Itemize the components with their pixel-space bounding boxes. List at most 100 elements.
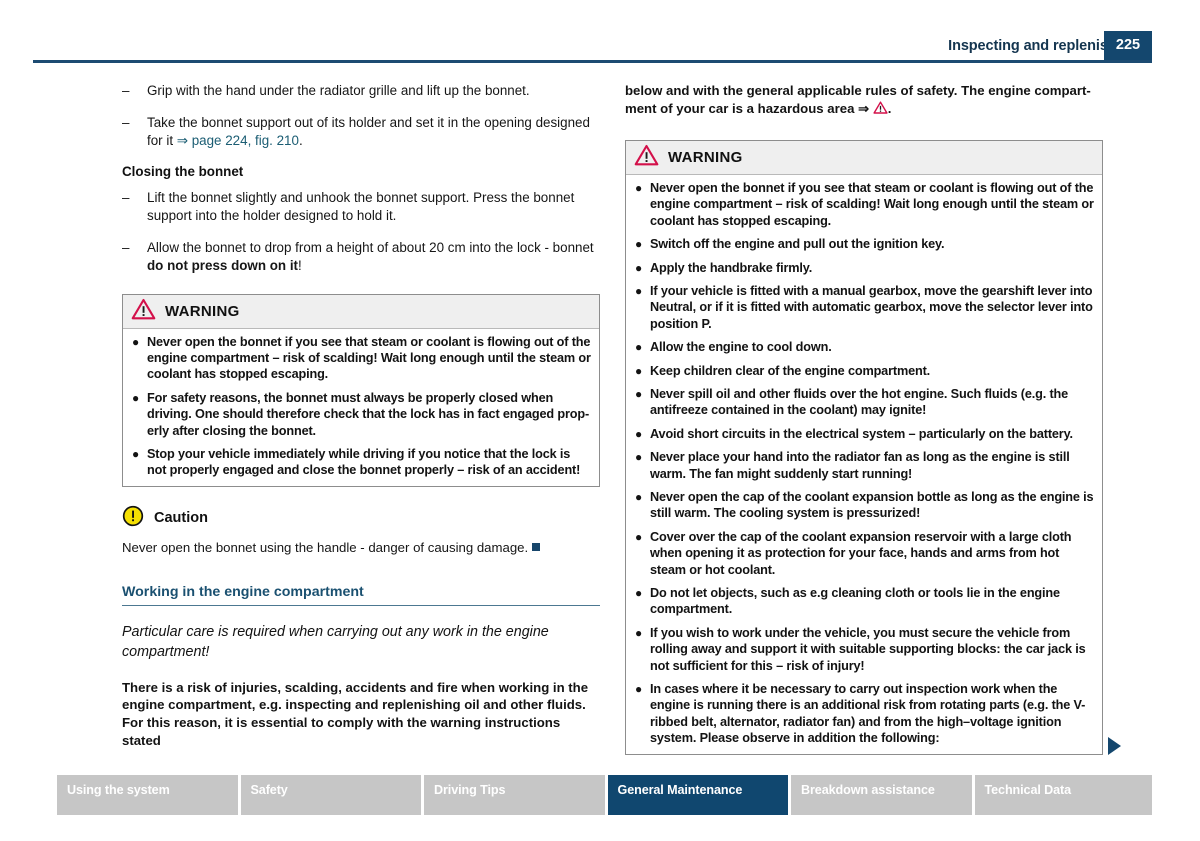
nav-tab-label: General Maintenance — [617, 783, 743, 797]
bullet-dot-icon: ● — [635, 386, 643, 401]
warning-bullet: ● Avoid short circuits in the electrical … — [634, 426, 1094, 442]
warning-bullet-text: Never open the bonnet if you see that st… — [147, 334, 591, 382]
page-number-badge: 225 — [1104, 31, 1152, 62]
caution-label: Caution — [154, 510, 208, 527]
bullet-dot-icon: ● — [635, 426, 643, 441]
dash-marker: – — [122, 114, 130, 130]
continue-arrow-icon — [1108, 737, 1121, 755]
nav-tab-label: Using the system — [67, 783, 170, 797]
list-item: – Grip with the hand under the radiator … — [122, 82, 600, 101]
bullet-dot-icon: ● — [635, 340, 643, 355]
warning-bullet-text: Avoid short circuits in the electrical s… — [650, 426, 1073, 441]
footer-navigation: Using the system Safety Driving Tips Gen… — [57, 775, 1153, 815]
warning-bullet: ● In cases where it be necessary to carry… — [634, 681, 1094, 747]
warning-bullet-text: If you wish to work under the vehicle, y… — [650, 625, 1086, 673]
warning-triangle-icon-inline — [873, 100, 888, 118]
nav-tab-driving-tips[interactable]: Driving Tips — [424, 775, 605, 815]
nav-tab-label: Breakdown assistance — [801, 783, 935, 797]
nav-tab-technical-data[interactable]: Technical Data — [974, 775, 1153, 815]
warning-bullet: ● Switch off the engine and pull out the … — [634, 236, 1094, 252]
warning-bullet-text: Switch off the engine and pull out the i… — [650, 237, 945, 252]
warning-bullet-text: Cover over the cap of the coolant expans… — [650, 529, 1072, 577]
warning-label: WARNING — [165, 302, 240, 320]
emphasis-text: do not press down on it — [147, 258, 299, 273]
warning-bullet-text: Never place your hand into the radiator … — [650, 450, 1070, 481]
warning-bullet: ● If your vehicle is fitted with a manual… — [634, 283, 1094, 332]
list-item-text-tail: . — [298, 133, 303, 148]
nav-tab-using-the-system[interactable]: Using the system — [57, 775, 238, 815]
bullet-dot-icon: ● — [635, 682, 643, 697]
section-heading: Working in the engine compartment — [122, 584, 600, 606]
continuation-text-tail: . — [887, 100, 892, 116]
warning-label: WARNING — [668, 148, 743, 166]
list-item-text: Lift the bonnet slightly and unhook the … — [147, 189, 575, 224]
warning-bullet: ● Allow the engine to cool down. — [634, 339, 1094, 355]
warning-box-body: ● Never open the bonnet if you see that … — [123, 329, 599, 486]
warning-bullet-text: For safety reasons, the bonnet must alwa… — [147, 390, 590, 438]
nav-tab-label: Safety — [250, 783, 288, 797]
warning-bullet: ● For safety reasons, the bonnet must al… — [131, 390, 591, 439]
end-of-section-marker — [532, 542, 541, 551]
warning-box: WARNING ● Never open the bonnet if you s… — [122, 293, 600, 487]
caution-body-text: Never open the bonnet using the handle -… — [122, 539, 529, 555]
nav-tab-breakdown-assistance[interactable]: Breakdown assistance — [791, 775, 972, 815]
warning-bullet-text: Never open the cap of the coolant expans… — [650, 490, 1094, 521]
caution-circle-icon — [122, 505, 144, 532]
list-item: – Lift the bonnet slightly and unhook th… — [122, 189, 600, 226]
nav-tab-label: Technical Data — [984, 783, 1072, 797]
bullet-dot-icon: ● — [635, 586, 643, 601]
warning-box-body: ● Never open the bonnet if you see that s… — [626, 175, 1102, 754]
list-item-text: Allow the bonnet to drop from a height o… — [147, 239, 594, 255]
dash-marker: – — [122, 83, 130, 98]
warning-triangle-icon — [634, 144, 659, 171]
bullet-dot-icon: ● — [635, 490, 643, 504]
warning-box-header: WARNING — [626, 140, 1102, 175]
warning-bullet: ● Apply the handbrake firmly. — [634, 260, 1094, 276]
bullet-dot-icon: ● — [635, 363, 643, 378]
bullet-dot-icon: ● — [132, 390, 140, 405]
warning-bullet: ● If you wish to work under the vehicle, … — [634, 625, 1094, 674]
bullet-dot-icon: ● — [132, 446, 140, 461]
dash-marker: – — [122, 189, 130, 205]
bullet-dot-icon: ● — [132, 334, 140, 349]
warning-bullet-text: Keep children clear of the engine compar… — [650, 363, 931, 378]
warning-bullet-text: Never spill oil and other fluids over th… — [650, 386, 1069, 418]
nav-tab-safety[interactable]: Safety — [240, 775, 421, 815]
bullet-dot-icon: ● — [635, 529, 643, 544]
cross-reference-link[interactable]: page 224, fig. 210 — [188, 133, 299, 148]
warning-bullet-text: Never open the bonnet if you see that st… — [650, 180, 1094, 228]
nav-tab-label: Driving Tips — [434, 783, 506, 797]
section-intro-bold: There is a risk of injuries, scalding, a… — [122, 679, 589, 748]
warning-bullet: ● Stop your vehicle immediately while dr… — [131, 446, 591, 479]
warning-bullet: ● Never open the cap of the coolant expan… — [634, 489, 1094, 522]
caution-header: Caution — [122, 505, 600, 532]
list-item: – Take the bonnet support out of its hol… — [122, 114, 600, 151]
warning-box: WARNING ● Never open the bonnet if you se… — [625, 139, 1103, 755]
cross-reference-arrow-icon: ⇒ — [176, 133, 188, 148]
right-column: below and with the general applicable ru… — [625, 82, 1103, 755]
warning-box-header: WARNING — [123, 294, 599, 329]
bullet-dot-icon: ● — [635, 260, 643, 275]
bullet-dot-icon: ● — [635, 237, 643, 252]
warning-bullet: ● Keep children clear of the engine compa… — [634, 363, 1094, 379]
warning-bullet: ● Do not let objects, such as e.g cleanin… — [634, 585, 1094, 618]
warning-bullet-text: Allow the engine to cool down. — [650, 340, 832, 355]
warning-bullet: ● Never open the bonnet if you see that … — [131, 334, 591, 383]
list-item-text-tail: ! — [298, 258, 302, 273]
bullet-dot-icon: ● — [635, 283, 643, 298]
warning-bullet: ● Never open the bonnet if you see that s… — [634, 180, 1094, 229]
nav-tab-general-maintenance[interactable]: General Maintenance — [607, 775, 788, 815]
warning-triangle-icon — [131, 298, 156, 325]
header-divider — [33, 60, 1152, 63]
warning-bullet-text: If your vehicle is fitted with a manual … — [650, 283, 1093, 331]
bullet-dot-icon: ● — [635, 625, 643, 640]
subsection-heading: Closing the bonnet — [122, 163, 244, 179]
warning-bullet-text: Stop your vehicle immediately while driv… — [147, 446, 581, 478]
warning-bullet-text: In cases where it be necessary to carry … — [650, 682, 1086, 746]
section-intro-italic: Particular care is required when carryin… — [122, 623, 549, 660]
caution-text: Never open the bonnet using the handle -… — [122, 539, 600, 556]
cross-reference-arrow-icon: ⇒ — [858, 100, 870, 116]
continuation-paragraph: below and with the general applicable ru… — [625, 82, 1103, 118]
left-column: – Grip with the hand under the radiator … — [122, 82, 600, 749]
page-header: Inspecting and replenishing 225 — [0, 0, 1200, 72]
